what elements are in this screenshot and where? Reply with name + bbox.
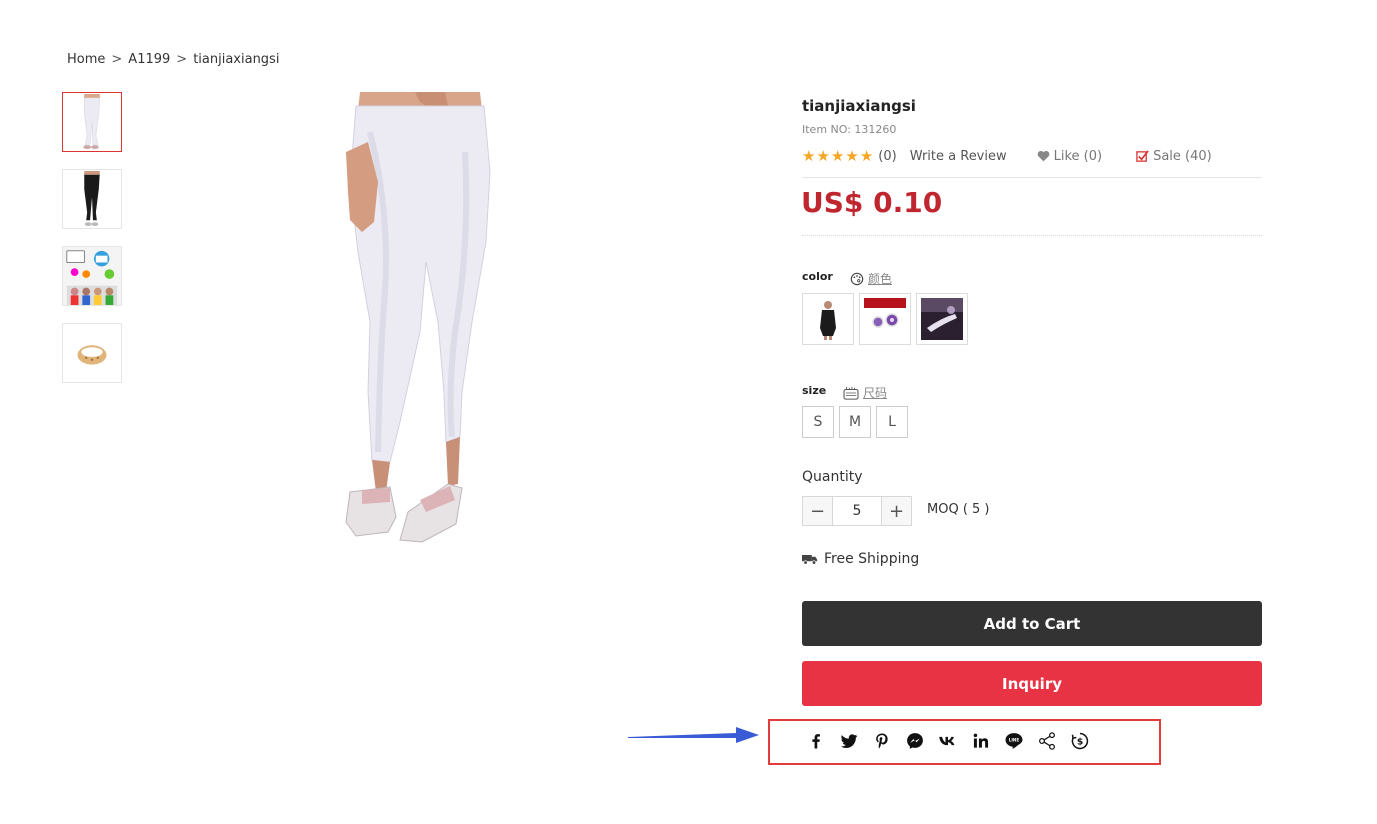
color-swatch-dark-scene[interactable] — [916, 293, 968, 345]
annotation-arrow — [628, 727, 759, 743]
commission-icon[interactable]: $ — [1068, 729, 1092, 753]
size-option-m[interactable]: M — [839, 406, 871, 438]
color-swatch-purple-earring[interactable] — [859, 293, 911, 345]
size-hint-text: 尺码 — [863, 386, 888, 400]
svg-text:$: $ — [1077, 736, 1083, 747]
linkedin-icon[interactable] — [969, 729, 993, 753]
heart-icon — [1037, 150, 1049, 162]
breadcrumb-current: tianjiaxiangsi — [193, 52, 280, 67]
product-title: tianjiaxiangsi — [802, 97, 916, 115]
size-label: size — [802, 384, 827, 397]
divider — [802, 177, 1262, 178]
color-swatch-black-dress[interactable] — [802, 293, 854, 345]
rating-stars: ★ ★ ★ ★ ★ — [802, 148, 873, 164]
star-icon: ★ — [845, 147, 859, 165]
truck-icon — [802, 555, 818, 565]
size-option-s[interactable]: S — [802, 406, 834, 438]
size-chart-icon — [843, 386, 859, 400]
breadcrumb-home[interactable]: Home — [67, 52, 105, 67]
color-label: color — [802, 270, 833, 283]
write-review-link[interactable]: Write a Review — [910, 149, 1007, 164]
product-price: US$ 0.10 — [801, 186, 943, 219]
size-option-l[interactable]: L — [876, 406, 908, 438]
add-to-cart-button[interactable]: Add to Cart — [802, 601, 1262, 646]
moq-text: MOQ ( 5 ) — [927, 502, 990, 517]
pinterest-icon[interactable] — [870, 729, 894, 753]
breadcrumb: Home > A1199 > tianjiaxiangsi — [67, 52, 279, 67]
divider — [802, 235, 1262, 236]
messenger-icon[interactable] — [903, 729, 927, 753]
share-bar: LINE $ — [804, 729, 1092, 753]
vk-icon[interactable] — [936, 729, 960, 753]
share-icon[interactable] — [1035, 729, 1059, 753]
color-hint-link[interactable]: 颜色 — [850, 270, 892, 287]
free-shipping: Free Shipping — [802, 551, 919, 567]
facebook-icon[interactable] — [804, 729, 828, 753]
quantity-label: Quantity — [802, 469, 863, 485]
star-icon: ★ — [816, 147, 830, 165]
line-icon[interactable]: LINE — [1002, 729, 1026, 753]
thumbnail-white-leggings[interactable] — [62, 92, 122, 152]
free-shipping-label: Free Shipping — [824, 551, 920, 567]
thumbnail-social-media[interactable] — [62, 246, 122, 306]
sale-count: Sale (40) — [1136, 149, 1212, 164]
checkbox-checked-icon — [1136, 149, 1149, 162]
review-count: (0) — [878, 148, 897, 164]
main-product-image — [250, 92, 550, 547]
palette-icon — [850, 272, 864, 285]
quantity-input[interactable] — [832, 497, 882, 525]
star-icon: ★ — [859, 147, 874, 165]
quantity-stepper: − + — [802, 496, 912, 526]
thumbnail-black-leggings[interactable] — [62, 169, 122, 229]
color-hint-text: 颜色 — [868, 272, 893, 286]
twitter-icon[interactable] — [837, 729, 861, 753]
star-icon: ★ — [802, 147, 816, 165]
sale-label: Sale (40) — [1153, 148, 1212, 164]
breadcrumb-separator: > — [176, 52, 188, 67]
breadcrumb-category[interactable]: A1199 — [128, 52, 170, 67]
size-hint-link[interactable]: 尺码 — [843, 384, 887, 401]
thumbnail-gold-ring[interactable] — [62, 323, 122, 383]
quantity-decrease-button[interactable]: − — [803, 497, 832, 525]
svg-text:LINE: LINE — [1009, 738, 1020, 743]
like-label: Like (0) — [1053, 148, 1103, 164]
like-button[interactable]: Like (0) — [1037, 149, 1102, 164]
rating-row: ★ ★ ★ ★ ★ (0) Write a Review Like (0) Sa… — [802, 148, 1262, 164]
item-number: Item NO: 131260 — [802, 123, 897, 136]
breadcrumb-separator: > — [111, 52, 123, 67]
quantity-increase-button[interactable]: + — [882, 497, 911, 525]
inquiry-button[interactable]: Inquiry — [802, 661, 1262, 706]
star-icon: ★ — [830, 147, 845, 165]
